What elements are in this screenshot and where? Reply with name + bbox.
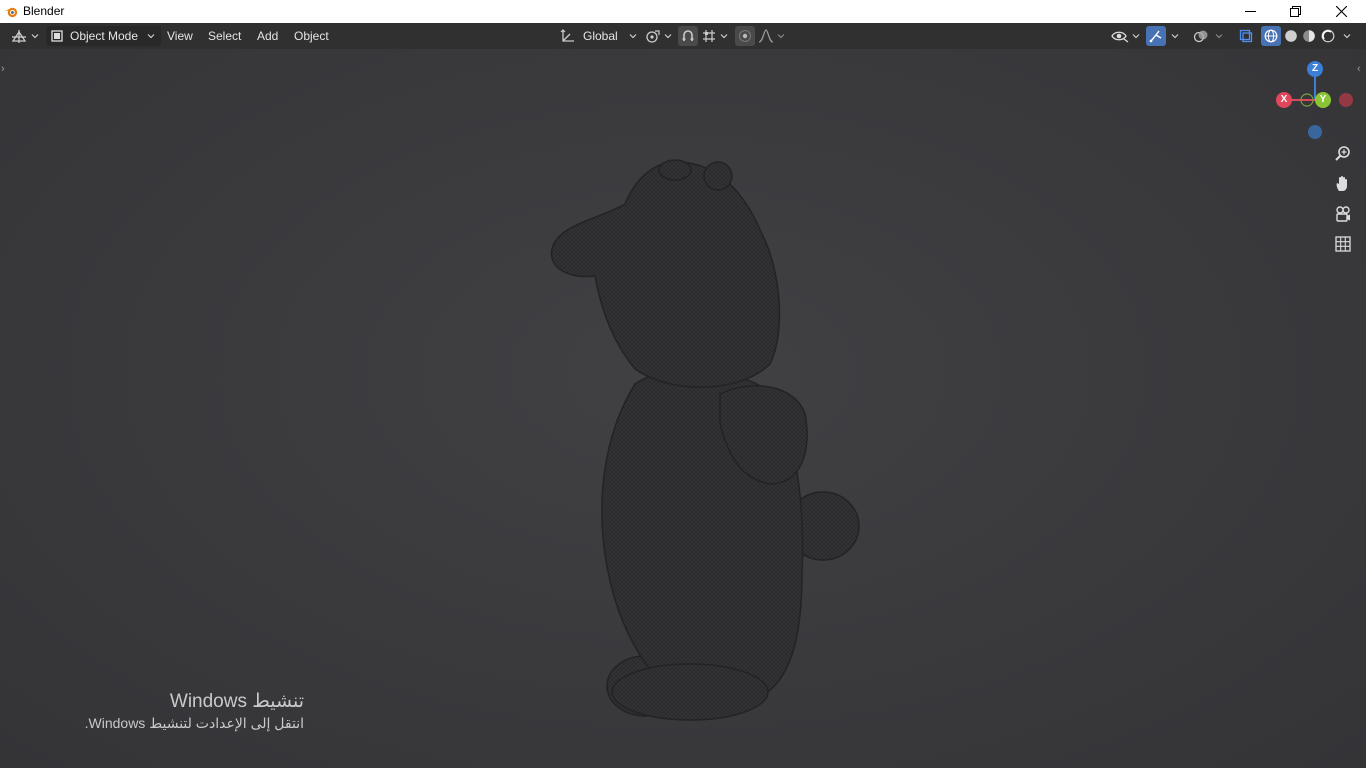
- pan-button[interactable]: [1330, 171, 1356, 197]
- minimize-button[interactable]: [1227, 0, 1273, 23]
- editor-type-icon: [11, 30, 27, 43]
- overlay-toggle[interactable]: [1193, 26, 1223, 46]
- menu-object[interactable]: Object: [289, 28, 334, 44]
- window-title: Blender: [23, 4, 65, 18]
- gizmo-z-axis[interactable]: Z: [1307, 61, 1323, 77]
- camera-view-button[interactable]: [1330, 201, 1356, 227]
- gizmo-y-axis[interactable]: Y: [1315, 92, 1331, 108]
- snap-toggle[interactable]: [678, 26, 698, 46]
- restore-button[interactable]: [1272, 0, 1318, 23]
- object-mode-icon: [51, 30, 63, 42]
- proportional-falloff-selector[interactable]: [758, 26, 785, 46]
- rendered-shading-button[interactable]: [1319, 26, 1337, 46]
- menu-select[interactable]: Select: [203, 28, 246, 44]
- zoom-button[interactable]: [1330, 141, 1356, 167]
- teddy-bear-mesh[interactable]: [540, 154, 870, 724]
- gizmo-x-axis[interactable]: X: [1276, 92, 1292, 108]
- falloff-curve-icon: [758, 29, 774, 43]
- chevron-down-icon[interactable]: [1343, 32, 1351, 40]
- solid-shading-button[interactable]: [1282, 26, 1300, 46]
- window-title-bar: Blender: [0, 0, 1366, 23]
- chevron-down-icon: [720, 34, 728, 39]
- proportional-editing-icon: [739, 30, 751, 42]
- 3d-viewport[interactable]: › ‹ Z X Y: [0, 49, 1366, 768]
- solid-shading-icon: [1285, 30, 1297, 42]
- activation-watermark-subtitle: انتقل إلى الإعدادت لتنشيط Windows.: [84, 715, 304, 731]
- editor-type-selector[interactable]: [10, 26, 39, 46]
- chevron-down-icon: [147, 34, 155, 39]
- chevron-down-icon: [1215, 34, 1223, 39]
- transform-orientation-selector[interactable]: Global: [560, 26, 637, 46]
- overlay-icon: [1193, 30, 1208, 43]
- orientation-label: Global: [583, 29, 618, 43]
- material-shading-button[interactable]: [1300, 26, 1318, 46]
- camera-view-icon: [1336, 206, 1350, 222]
- menu-view[interactable]: View: [162, 28, 198, 44]
- minimize-icon: [1244, 11, 1256, 12]
- gizmo-icon: [1149, 30, 1162, 43]
- gizmo-toggle[interactable]: [1146, 26, 1166, 46]
- rendered-shading-icon: [1321, 29, 1335, 43]
- ortho-toggle-button[interactable]: [1330, 231, 1356, 257]
- orientation-icon: [560, 29, 574, 42]
- snap-target-selector[interactable]: [701, 26, 728, 46]
- wireframe-shading-icon: [1264, 29, 1278, 43]
- chevron-down-icon: [629, 34, 637, 39]
- chevron-down-icon: [777, 34, 785, 39]
- snap-icon: [682, 30, 694, 41]
- chevron-down-icon[interactable]: [1171, 32, 1179, 40]
- viewport-header: Object Mode View Select Add Object Globa…: [0, 23, 1366, 49]
- blender-logo-icon: [4, 7, 18, 18]
- snap-increment-icon: [703, 30, 715, 42]
- xray-toggle[interactable]: [1237, 26, 1255, 46]
- toolbar-expand-arrow[interactable]: ›: [1, 63, 5, 75]
- ortho-grid-icon: [1335, 236, 1351, 252]
- activation-watermark-title: تنشيط Windows: [169, 691, 304, 712]
- mode-label: Object Mode: [70, 29, 139, 43]
- pan-hand-icon: [1336, 176, 1347, 191]
- chevron-down-icon: [31, 34, 39, 39]
- visibility-selector[interactable]: [1111, 26, 1140, 46]
- xray-icon: [1239, 29, 1253, 43]
- chevron-down-icon: [664, 34, 672, 39]
- restore-icon: [1289, 6, 1301, 17]
- chevron-down-icon: [1132, 34, 1140, 39]
- proportional-editing-toggle[interactable]: [735, 26, 755, 46]
- pivot-point-icon: [646, 30, 660, 43]
- close-button[interactable]: [1318, 0, 1364, 23]
- mode-selector[interactable]: Object Mode: [46, 26, 162, 46]
- pivot-point-selector[interactable]: [645, 26, 672, 46]
- wireframe-shading-button[interactable]: [1261, 26, 1281, 46]
- zoom-icon: [1335, 146, 1350, 161]
- material-shading-icon: [1303, 30, 1315, 42]
- menu-add[interactable]: Add: [252, 28, 283, 44]
- visibility-icon: [1111, 31, 1129, 43]
- close-icon: [1335, 6, 1347, 17]
